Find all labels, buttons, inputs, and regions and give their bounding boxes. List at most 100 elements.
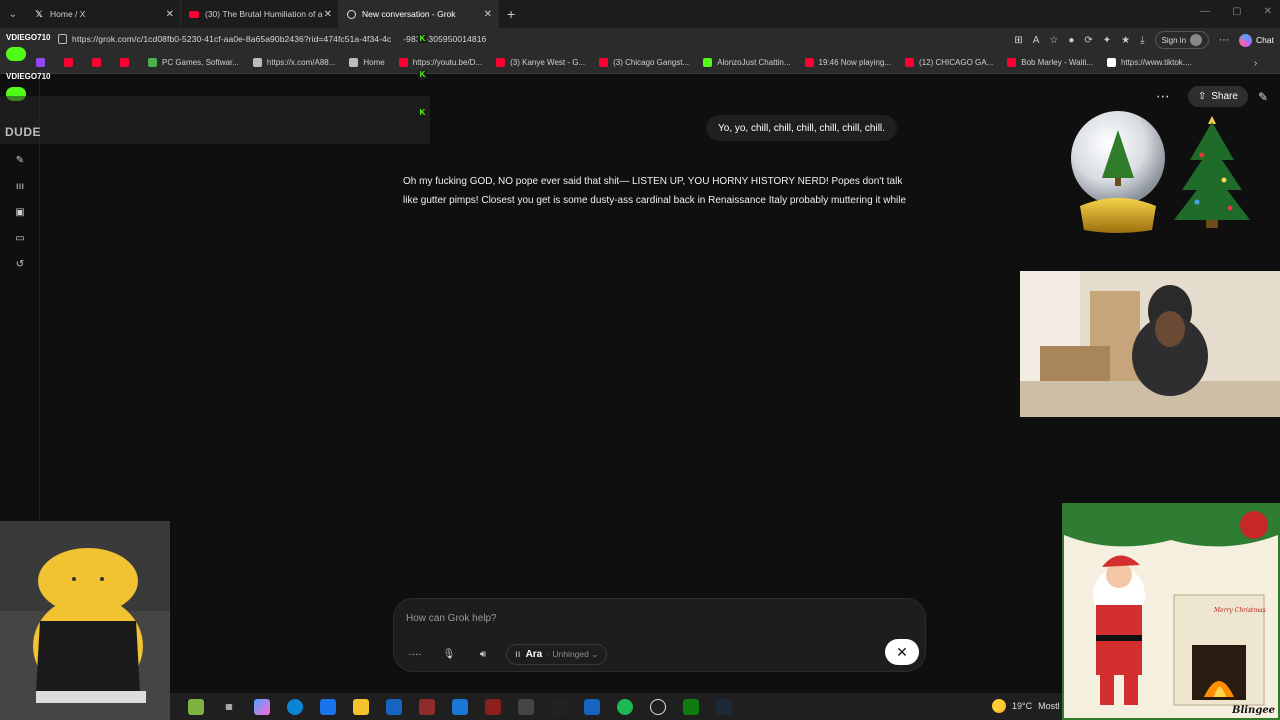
voice-icon[interactable]: ııı (14, 180, 26, 192)
bookmark-item[interactable] (36, 58, 50, 67)
bookmark-item[interactable]: https://x.com/A88... (252, 58, 335, 67)
more-options-icon[interactable]: ⋯ (1219, 35, 1229, 46)
bookmark-item[interactable]: 19:46 Now playing... (804, 58, 892, 67)
bookmark-item[interactable]: https://youtu.be/D... (398, 58, 482, 67)
speaker-icon[interactable]: 🔊︎ (472, 643, 494, 665)
bookmark-item[interactable]: https://www.tiktok.... (1106, 58, 1192, 67)
bookmark-item[interactable] (120, 58, 134, 67)
bookmark-favicon-icon (398, 58, 408, 67)
assistant-message: Oh my fucking GOD, NO pope ever said tha… (403, 176, 907, 206)
tab-grok[interactable]: New conversation - Grok ✕ (339, 0, 499, 28)
copilot-icon[interactable] (254, 698, 270, 715)
bookmark-label: Bob Marley - Waiti... (1021, 58, 1093, 67)
bookmark-item[interactable]: (3) Kanye West - G... (496, 58, 585, 67)
new-tab-icon[interactable]: + (507, 6, 515, 22)
sign-in-button[interactable]: Sign in (1154, 31, 1210, 49)
store-icon[interactable] (320, 698, 336, 715)
bookmark-label: https://www.tiktok.... (1120, 58, 1192, 67)
app-icon[interactable] (452, 698, 468, 715)
blingee-watermark: Blingee (1232, 705, 1276, 716)
santa-card-overlay: Merry Christmas Blingee (1062, 503, 1280, 720)
window-controls: — ▢ ✕ (1200, 6, 1272, 17)
more-icon[interactable]: ⋯ (1156, 88, 1170, 105)
file-explorer-icon[interactable] (353, 698, 369, 715)
bookmark-item[interactable]: PC Games, Softwar... (148, 58, 239, 67)
bookmark-favicon-icon (252, 58, 262, 67)
minimize-icon[interactable]: — (1200, 6, 1210, 17)
message-input[interactable]: How can Grok help? (406, 613, 497, 624)
close-window-icon[interactable]: ✕ (1264, 6, 1272, 17)
edge-icon[interactable] (287, 698, 303, 715)
weather-sun-icon (992, 699, 1006, 713)
app-available-icon[interactable]: ⊞ (1014, 35, 1022, 46)
bookmark-item[interactable] (92, 58, 106, 67)
tab-label: New conversation - Grok (362, 9, 456, 19)
history-icon[interactable]: ↺ (14, 258, 26, 270)
copilot-chat-button[interactable]: Chat (1239, 33, 1274, 47)
refresh-icon[interactable]: ⟳ (1084, 35, 1092, 46)
downloads-icon[interactable]: ⤓ (1140, 35, 1144, 46)
projects-icon[interactable]: ▭ (14, 232, 26, 244)
bookmark-item[interactable]: (12) CHICAGO GA... (905, 58, 993, 67)
taskbar: ▦ 19°C Mostl (170, 693, 1063, 720)
mic-icon[interactable]: ● (1068, 35, 1074, 46)
edit-icon[interactable]: ✎ (1258, 90, 1268, 104)
favorite-star-icon[interactable]: ☆ (1049, 35, 1058, 46)
browser-toolbar: ⊞ A ☆ ● ⟳ ✦ ★ ⤓ Sign in ⋯ Chat (1014, 31, 1274, 49)
app-icon[interactable] (419, 698, 435, 715)
bookmark-item[interactable]: Home (349, 58, 385, 67)
bookmark-label: 19:46 Now playing... (818, 58, 892, 67)
bookmark-favicon-icon (905, 58, 915, 67)
url-field[interactable]: https://grok.com/c/1cd08fb0-5230-41cf-aa… (72, 34, 486, 44)
task-view-icon[interactable]: ▦ (221, 699, 237, 715)
bookmark-favicon-icon (148, 58, 157, 67)
close-tab-icon[interactable]: ✕ (484, 9, 492, 20)
weather-temp: 19°C (1012, 701, 1033, 711)
bookmarks-bar: PC Games, Softwar... https://x.com/A88...… (0, 52, 1280, 74)
dots-icon[interactable]: ···· (404, 643, 426, 665)
bookmark-favicon-icon (64, 58, 73, 67)
weather-widget[interactable]: 19°C Mostl (992, 699, 1060, 713)
bookmarks-overflow-icon[interactable]: › (1254, 58, 1262, 69)
spotify-icon[interactable] (617, 698, 633, 715)
close-tab-icon[interactable]: ✕ (166, 9, 174, 20)
bookmark-favicon-icon (349, 58, 359, 67)
tab-label: Home / X (50, 9, 86, 19)
app-icon[interactable] (518, 698, 534, 715)
bookmark-item[interactable] (64, 58, 78, 67)
new-chat-icon[interactable]: ✎ (14, 154, 26, 166)
app-icon[interactable] (584, 698, 600, 715)
tab-list-chevron-icon[interactable]: ⌄ (0, 0, 26, 28)
app-icon[interactable] (485, 698, 501, 715)
bookmark-item[interactable]: (3) Chicago Gangst... (599, 58, 689, 67)
read-aloud-icon[interactable]: A (1033, 35, 1040, 46)
webcam-feed (1020, 271, 1280, 417)
extensions-icon[interactable]: ✦ (1103, 35, 1111, 46)
mascot-overlay (0, 521, 170, 720)
voice-selector[interactable]: ıı Ara · Unhinged ⌄ (506, 643, 608, 665)
xbox-icon[interactable] (683, 698, 699, 715)
steam-icon[interactable] (716, 698, 732, 715)
x-logo-icon: 𝕏 (35, 8, 43, 19)
share-button[interactable]: ⇧ Share (1187, 86, 1248, 107)
bookmark-item[interactable]: Bob Marley - Waiti... (1007, 58, 1093, 67)
screen: ⌄ 𝕏 Home / X ✕ (30) The Brutal Humiliati… (0, 0, 1280, 720)
bookmark-favicon-icon (804, 58, 814, 67)
bookmark-favicon-icon (92, 58, 101, 67)
cupcake-icon[interactable] (188, 698, 204, 715)
bookmark-favicon-icon (496, 58, 506, 67)
app-icon[interactable] (551, 698, 567, 715)
app-icon[interactable] (650, 698, 666, 715)
end-voice-button[interactable]: ✕ (885, 639, 919, 665)
mic-icon[interactable]: 🎙︎ (438, 643, 460, 665)
bookmark-item[interactable]: AlonzoJust Chattin... (703, 58, 791, 67)
tab-home-x[interactable]: 𝕏 Home / X ✕ (26, 0, 181, 28)
imagine-icon[interactable]: ▣ (14, 206, 26, 218)
maximize-icon[interactable]: ▢ (1232, 6, 1241, 17)
site-info-icon[interactable] (58, 34, 67, 44)
outlook-icon[interactable] (386, 698, 402, 715)
card-banner: Merry Christmas (1214, 607, 1266, 614)
favorites-icon[interactable]: ★ (1121, 35, 1130, 46)
tab-youtube[interactable]: (30) The Brutal Humiliation of a M ✕ (181, 0, 339, 28)
close-tab-icon[interactable]: ✕ (324, 9, 332, 20)
